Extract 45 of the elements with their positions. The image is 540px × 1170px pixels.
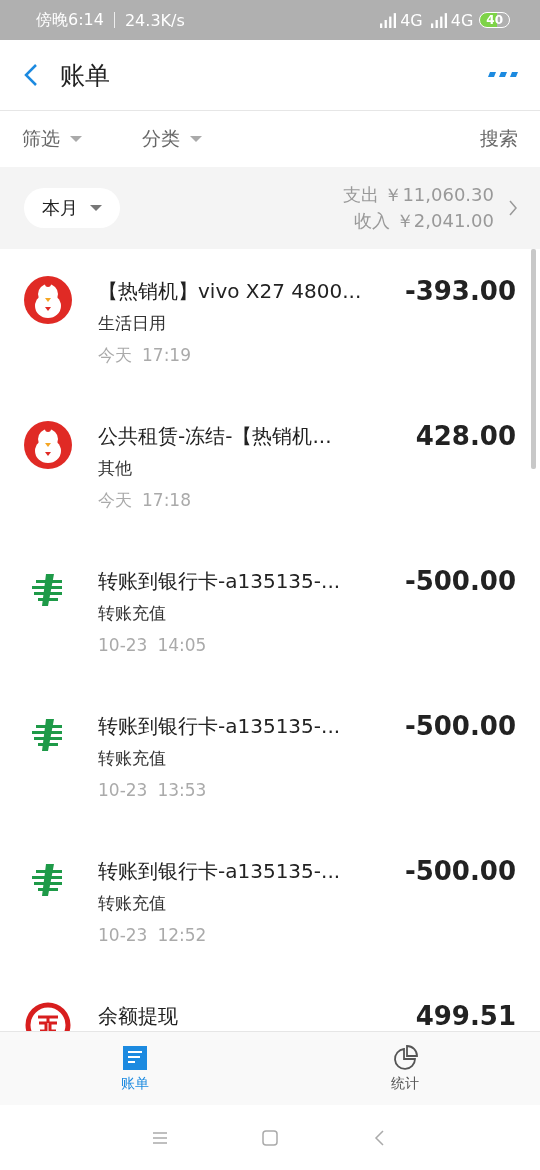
transaction-time: 10-23 14:05 <box>98 634 208 657</box>
network-label: 4G <box>400 10 423 30</box>
filter-dropdown[interactable]: 分类 <box>142 126 262 152</box>
period-dropdown[interactable]: 本月 <box>24 188 120 228</box>
transaction-title: 转账到银行卡-a135135-... <box>98 713 342 740</box>
transaction-amount: 499.51 <box>415 1001 516 1031</box>
status-time: 傍晚6:14 <box>36 9 104 31</box>
mascot-avatar-icon <box>24 276 72 324</box>
filter-dropdown[interactable]: 筛选 <box>22 126 142 152</box>
transaction-time: 今天 17:18 <box>98 489 192 512</box>
transaction-time: 今天 17:19 <box>98 344 192 367</box>
tab-item[interactable]: 账单 <box>0 1032 270 1105</box>
transaction-amount: -500.00 <box>404 711 516 743</box>
income-total: 收入 ￥2,041.00 <box>353 209 494 233</box>
transaction-category: 生活日用 <box>98 312 167 335</box>
network-label: 4G <box>450 10 474 30</box>
transaction-title: 转账到银行卡-a135135-... <box>98 568 342 595</box>
expense-total: 支出 ￥11,060.30 <box>342 183 494 207</box>
network-speed: 24.3K/s <box>124 10 185 30</box>
transaction-category: 转账充值 <box>98 747 167 770</box>
transaction-title: 公共租赁-冻结-【热销机... <box>98 423 333 450</box>
back-icon[interactable] <box>24 63 38 87</box>
transaction-title: 【热销机】vivo X27 4800... <box>98 278 363 305</box>
document-icon <box>122 1044 148 1071</box>
transaction-category: 转账充值 <box>98 602 167 625</box>
more-icon[interactable] <box>486 71 518 79</box>
transaction-amount: -393.00 <box>404 276 516 308</box>
chevron-right-icon[interactable] <box>508 199 518 217</box>
transaction-category: 其他 <box>98 457 133 480</box>
home-icon[interactable] <box>260 1127 280 1148</box>
transaction-amount: 428.00 <box>415 421 516 453</box>
page-title: 账单 <box>60 59 111 92</box>
signal-icon <box>380 12 397 28</box>
tab-item[interactable]: 统计 <box>270 1032 540 1105</box>
transaction-category: 转账充值 <box>98 892 167 915</box>
pie-chart-icon <box>392 1044 418 1071</box>
transaction-title: 转账到银行卡-a135135-... <box>98 858 342 885</box>
transaction-title: 余额提现 <box>98 1003 179 1030</box>
mascot-avatar-icon <box>24 421 72 469</box>
search-button[interactable]: 搜索 <box>480 126 518 152</box>
transaction-amount: -500.00 <box>404 856 516 888</box>
transaction-time: 10-23 12:52 <box>98 924 208 947</box>
transaction-amount: -500.00 <box>404 566 516 598</box>
signal-icon <box>430 12 447 28</box>
transaction-time: 10-23 13:53 <box>98 779 208 802</box>
